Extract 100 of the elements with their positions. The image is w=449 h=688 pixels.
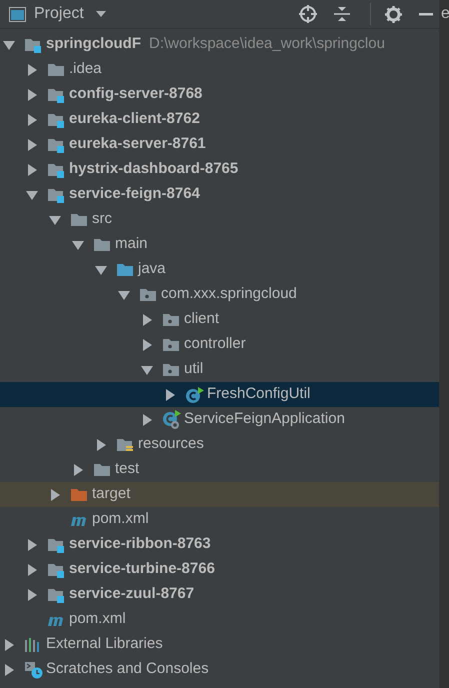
tree-row[interactable]: springcloudF D:\workspace\idea_work\springclou: [0, 32, 439, 57]
tree-row[interactable]: util: [0, 357, 439, 382]
item-label: service-zuul-8767: [69, 584, 194, 604]
tree-row[interactable]: Scratches and Consoles: [0, 657, 439, 682]
tree-row[interactable]: com.xxx.springcloud: [0, 282, 439, 307]
folder-icon: [70, 212, 88, 226]
collapsed-arrow-icon[interactable]: [26, 88, 38, 100]
item-label: pom.xml: [69, 609, 126, 630]
collapsed-arrow-icon[interactable]: [26, 114, 38, 126]
cut-label: e: [440, 4, 449, 24]
tree-row[interactable]: config-server-8768: [0, 82, 439, 107]
tree-row[interactable]: client: [0, 307, 439, 332]
tree-row[interactable]: target: [0, 482, 439, 507]
item-label: target: [92, 484, 130, 504]
item-label: config-server-8768: [69, 84, 202, 104]
module-folder-icon: [47, 186, 65, 202]
module-folder-icon: [24, 36, 42, 52]
module-folder-icon: [47, 162, 65, 178]
item-label: controller: [184, 334, 246, 354]
resources-folder-icon: [116, 436, 134, 452]
collapse-all-icon[interactable]: [334, 6, 350, 22]
tree-row[interactable]: eureka-server-8761: [0, 132, 439, 157]
package-icon: [139, 288, 157, 302]
item-label: util: [184, 359, 204, 380]
item-label: .idea: [69, 59, 102, 80]
tree-row[interactable]: service-zuul-8767: [0, 582, 439, 607]
tree-row[interactable]: pom.xml: [0, 507, 439, 532]
expanded-arrow-icon[interactable]: [3, 38, 15, 50]
collapsed-arrow-icon[interactable]: [141, 314, 153, 326]
tree-row[interactable]: service-turbine-8766: [0, 557, 439, 582]
expanded-arrow-icon[interactable]: [26, 188, 38, 200]
collapsed-arrow-icon[interactable]: [95, 438, 107, 450]
collapsed-arrow-icon[interactable]: [3, 664, 15, 676]
package-icon: [162, 312, 180, 326]
locate-icon[interactable]: [299, 5, 317, 23]
module-folder-icon: [47, 86, 65, 102]
module-folder-icon: [47, 112, 65, 128]
folder-icon: [70, 488, 88, 502]
caret-icon: [96, 11, 106, 17]
module-folder-icon: [47, 562, 65, 578]
folder-icon: [93, 462, 111, 476]
item-label: hystrix-dashboard-8765: [69, 159, 238, 180]
item-label: service-feign-8764: [69, 184, 200, 204]
folder-icon: [93, 238, 111, 252]
module-folder-icon: [47, 586, 65, 602]
item-label: eureka-server-8761: [69, 134, 206, 154]
collapsed-arrow-icon[interactable]: [141, 338, 153, 350]
tree-row[interactable]: service-feign-8764: [0, 182, 439, 207]
minimize-icon[interactable]: [419, 12, 433, 16]
tree-row[interactable]: FreshConfigUtil: [0, 382, 439, 407]
tree-row[interactable]: test: [0, 457, 439, 482]
package-icon: [162, 338, 180, 352]
tree-row[interactable]: ServiceFeignApplication: [0, 407, 439, 432]
item-label: pom.xml: [92, 509, 149, 530]
collapsed-arrow-icon[interactable]: [49, 488, 61, 500]
item-label: test: [115, 459, 140, 480]
item-label: External Libraries: [46, 634, 163, 654]
folder-icon: [116, 262, 134, 276]
module-folder-icon: [47, 136, 65, 152]
expanded-arrow-icon[interactable]: [118, 288, 130, 300]
collapsed-arrow-icon[interactable]: [26, 164, 38, 176]
collapsed-arrow-icon[interactable]: [72, 464, 84, 476]
tree-row[interactable]: controller: [0, 332, 439, 357]
item-label: src: [92, 209, 112, 230]
libraries-icon: [24, 636, 42, 652]
collapsed-arrow-icon[interactable]: [26, 138, 38, 150]
expanded-arrow-icon[interactable]: [72, 238, 84, 250]
tree-row[interactable]: src: [0, 207, 439, 232]
item-label: client: [184, 309, 220, 330]
item-label: FreshConfigUtil: [207, 384, 310, 404]
tree-row[interactable]: service-ribbon-8763: [0, 532, 439, 557]
collapsed-arrow-icon[interactable]: [3, 638, 15, 650]
expanded-arrow-icon[interactable]: [141, 364, 153, 376]
class-icon: [185, 386, 205, 404]
scratches-icon: [24, 660, 44, 678]
tree-row[interactable]: .idea: [0, 57, 439, 82]
collapsed-arrow-icon[interactable]: [26, 538, 38, 550]
collapsed-arrow-icon[interactable]: [141, 414, 153, 426]
tree-row[interactable]: hystrix-dashboard-8765: [0, 157, 439, 182]
item-path: D:\workspace\idea_work\springclou: [149, 34, 385, 54]
item-label: Scratches and Consoles: [46, 659, 209, 680]
tree-row[interactable]: pom.xml: [0, 607, 439, 632]
item-label: eureka-client-8762: [69, 109, 200, 130]
collapsed-arrow-icon[interactable]: [164, 388, 176, 400]
collapsed-arrow-icon[interactable]: [26, 64, 38, 76]
tree-row[interactable]: eureka-client-8762: [0, 107, 439, 132]
tree-row[interactable]: main: [0, 232, 439, 257]
tree-row[interactable]: External Libraries: [0, 632, 439, 657]
project-view-dropdown[interactable]: Project: [34, 2, 106, 26]
module-folder-icon: [47, 536, 65, 552]
collapsed-arrow-icon[interactable]: [26, 588, 38, 600]
expanded-arrow-icon[interactable]: [49, 214, 61, 226]
settings-icon[interactable]: [385, 6, 402, 22]
item-label: ServiceFeignApplication: [184, 409, 345, 430]
tree-row[interactable]: resources: [0, 432, 439, 457]
folder-icon: [47, 62, 65, 76]
tree-row[interactable]: java: [0, 257, 439, 282]
collapsed-arrow-icon[interactable]: [26, 564, 38, 576]
package-icon: [162, 362, 180, 376]
expanded-arrow-icon[interactable]: [95, 264, 107, 276]
